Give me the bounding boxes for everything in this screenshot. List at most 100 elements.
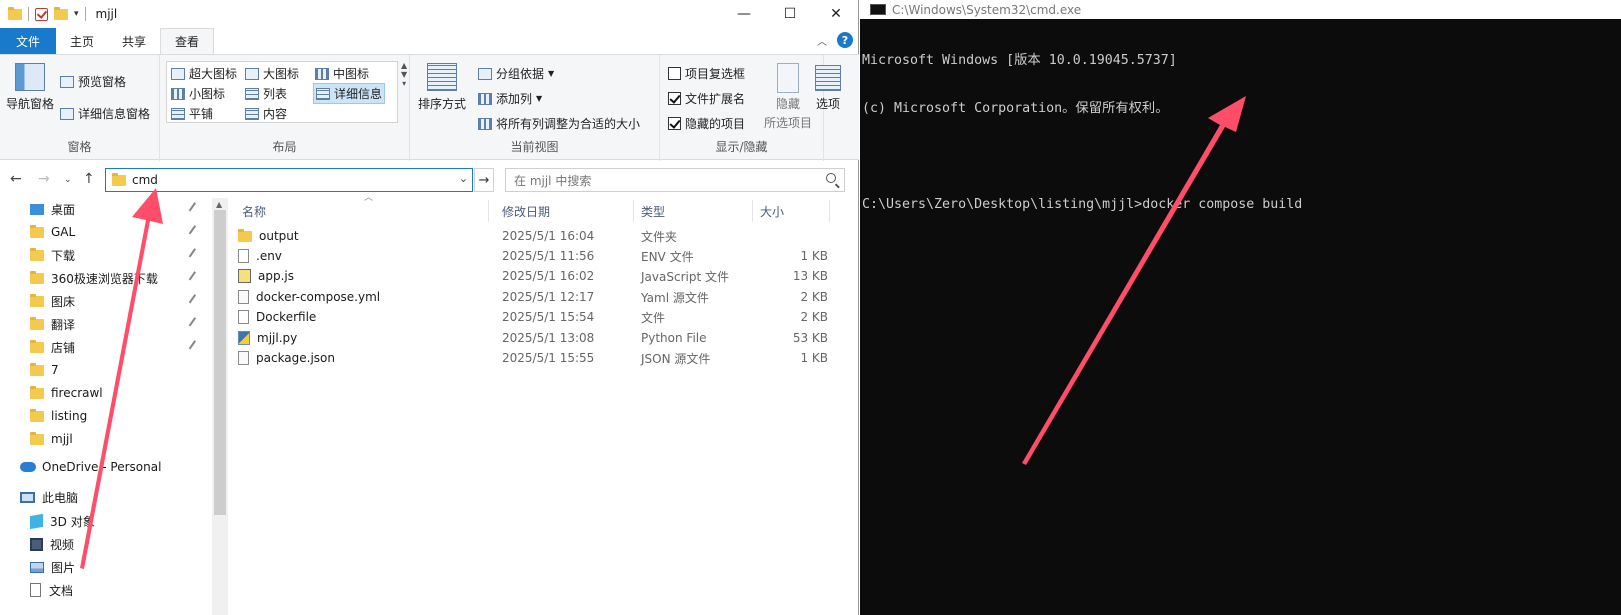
fit-columns-button[interactable]: 将所有列调整为合适的大小 [478,115,640,132]
nav-item-pictures[interactable]: 图片 [0,556,205,578]
column-header-size[interactable]: 大小 [754,200,830,222]
maximize-button[interactable]: ☐ [767,0,813,28]
nav-item-mjjl[interactable]: mjjl [0,428,205,450]
close-button[interactable]: ✕ [813,0,859,28]
item-checkboxes-toggle[interactable]: 项目复选框 [668,65,745,82]
search-icon [826,173,836,183]
nav-item-360-downloads[interactable]: 360极速浏览器下载 [0,267,205,289]
details-pane-icon [60,107,74,120]
hidden-items-checkbox[interactable] [668,117,681,130]
file-date: 2025/5/1 15:55 [502,351,595,365]
item-checkboxes-checkbox[interactable] [668,67,681,80]
column-header-name[interactable]: 名称 [236,200,489,222]
nav-item-label: 桌面 [51,202,76,217]
nav-item-3d-objects[interactable]: 3D 对象 [0,510,205,532]
go-button[interactable]: → [474,168,494,192]
nav-item-7[interactable]: 7 [0,359,205,381]
ribbon-tabs: 文件 主页 共享 查看 ︿ ? [0,28,859,54]
address-bar[interactable]: cmd ⌄ [105,168,473,192]
recent-locations-chevron-icon[interactable]: ⌄ [64,175,72,185]
hidden-items-toggle[interactable]: 隐藏的项目 [668,115,745,132]
options-button[interactable]: 选项 [815,65,841,112]
console-command-line: C:\Users\Zero\Desktop\listing\mjjl>docke… [862,197,1303,212]
layout-content[interactable]: 内容 [245,105,287,122]
properties-icon[interactable] [35,7,48,21]
search-input[interactable]: 在 mjjl 中搜索 [514,172,591,189]
help-icon[interactable]: ? [837,32,853,48]
layout-small-icons[interactable]: 小图标 [171,85,225,102]
group-by-label: 分组依据 [496,67,545,81]
tab-share[interactable]: 共享 [108,28,160,54]
layout-tiles[interactable]: 平铺 [171,105,213,122]
nav-item-listing[interactable]: listing [0,405,205,427]
nav-item-onedrive[interactable]: OneDrive - Personal [0,456,205,478]
table-row[interactable]: output 2025/5/1 16:04 文件夹 [238,226,838,246]
scroll-up-icon[interactable]: ▲ [216,200,222,209]
table-row[interactable]: mjjl.py 2025/5/1 13:08 Python File 53 KB [238,328,838,348]
layout-details[interactable]: 详细信息 [313,83,386,104]
layout-scroll-arrows[interactable]: ▲ ▼ ▾ [401,61,407,88]
address-input[interactable]: cmd [132,173,158,187]
navigation-pane-scrollbar[interactable]: ▲ [212,198,228,615]
details-pane-button[interactable]: 详细信息窗格 [60,105,150,122]
layout-expand-icon[interactable]: ▾ [402,79,406,88]
table-row[interactable]: app.js 2025/5/1 16:02 JavaScript 文件 13 K… [238,266,838,286]
layout-list[interactable]: 列表 [245,85,287,102]
command-prompt-window[interactable]: C:\Windows\System32\cmd.exe Microsoft Wi… [860,0,1621,615]
medium-icons-icon [315,67,329,80]
tab-view[interactable]: 查看 [160,28,215,54]
add-column-button[interactable]: 添加列 ▼ [478,90,542,107]
column-header-date[interactable]: 修改日期 [496,200,634,222]
search-box[interactable]: 在 mjjl 中搜索 [505,168,845,192]
js-file-icon [238,269,251,283]
table-row[interactable]: docker-compose.yml 2025/5/1 12:17 Yaml 源… [238,287,838,307]
column-header-type[interactable]: 类型 [635,200,753,222]
layout-medium-icons[interactable]: 中图标 [315,65,369,82]
table-row[interactable]: package.json 2025/5/1 15:55 JSON 源文件 1 K… [238,348,838,368]
group-by-button[interactable]: 分组依据 ▼ [478,65,554,82]
nav-item-firecrawl[interactable]: firecrawl [0,382,205,404]
console-output[interactable]: Microsoft Windows [版本 10.0.19045.5737] (… [862,21,1602,245]
table-row[interactable]: Dockerfile 2025/5/1 15:54 文件 2 KB [238,307,838,327]
minimize-button[interactable]: — [721,0,767,28]
nav-item-shop[interactable]: 店铺 [0,336,205,358]
preview-pane-button[interactable]: 预览窗格 [60,73,126,90]
layout-large-icons[interactable]: 大图标 [245,65,299,82]
hide-selected-items-button[interactable]: 隐藏 所选项目 [764,63,812,131]
nav-item-image-host[interactable]: 图床 [0,290,205,312]
tab-home[interactable]: 主页 [56,28,108,54]
file-name: package.json [256,351,336,365]
file-extensions-checkbox[interactable] [668,92,681,105]
nav-item-label: 文档 [49,583,74,598]
hide-selected-label-2: 所选项目 [764,116,813,130]
layout-scroll-down-icon[interactable]: ▼ [401,70,407,79]
layout-extra-large-icons[interactable]: 超大图标 [171,65,237,82]
forward-arrow-icon[interactable]: → [38,171,50,187]
nav-item-videos[interactable]: 视频 [0,533,205,555]
nav-item-this-pc[interactable]: 此电脑 [0,486,205,508]
nav-item-gal[interactable]: GAL [0,221,205,243]
file-size: 13 KB [792,269,828,283]
new-folder-icon[interactable] [54,6,68,20]
customize-toolbar-chevron-icon[interactable]: ▾ [74,9,79,19]
tab-file[interactable]: 文件 [0,28,57,54]
nav-item-translate[interactable]: 翻译 [0,313,205,335]
up-arrow-icon[interactable]: ↑ [83,171,95,187]
pin-icon [188,248,200,260]
group-label-current-view: 当前视图 [510,140,559,154]
scrollbar-thumb[interactable] [214,210,226,515]
nav-item-downloads[interactable]: 下载 [0,244,205,266]
back-arrow-icon[interactable]: ← [10,171,22,187]
table-row[interactable]: .env 2025/5/1 11:56 ENV 文件 1 KB [238,246,838,266]
nav-item-documents[interactable]: 文档 [0,579,205,601]
collapse-ribbon-chevron-icon[interactable]: ︿ [817,33,827,48]
large-icons-icon [245,67,259,80]
nav-item-desktop[interactable]: 桌面 [0,198,205,220]
file-size: 2 KB [800,290,828,304]
sort-by-button[interactable]: 排序方式 [418,63,466,112]
group-label-panes: 窗格 [67,140,92,154]
file-extensions-toggle[interactable]: 文件扩展名 [668,90,745,107]
address-dropdown-chevron-icon[interactable]: ⌄ [459,172,468,185]
navigation-pane-button[interactable]: 导航窗格 [6,63,54,112]
layout-scroll-up-icon[interactable]: ▲ [401,61,407,70]
